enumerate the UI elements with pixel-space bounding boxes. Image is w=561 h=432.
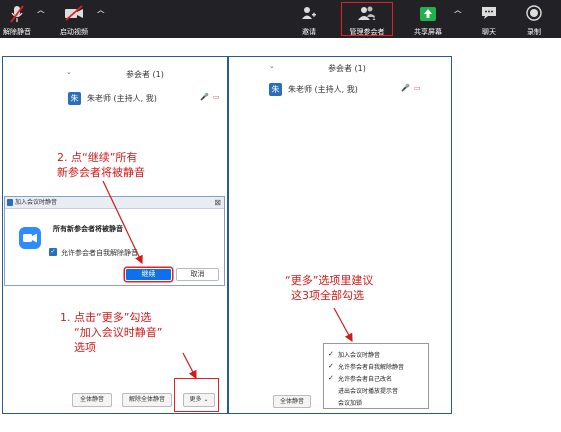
participants-header: 参会者 (1) (126, 70, 164, 79)
video-off-icon (65, 5, 83, 21)
video-chevron-icon[interactable]: ^ (95, 10, 106, 20)
record-label: 录制 (527, 28, 541, 36)
avatar: 朱 (269, 83, 282, 96)
record-button[interactable]: 录制 (521, 0, 547, 38)
allow-self-unmute-label: 允许参会者自我解除静音 (61, 249, 138, 257)
collapse-chevron-icon[interactable]: ⌄ (269, 62, 275, 70)
start-video-button[interactable]: 启动视频 (56, 0, 92, 38)
dialog-app-icon (7, 199, 13, 206)
menu-item-entry-chime[interactable]: 进出会议时播放提示音 (338, 386, 398, 395)
share-screen-button[interactable]: 共享屏幕 (409, 0, 447, 38)
participant-name: 朱老师 (主持人, 我) (288, 85, 358, 94)
check-icon: ✓ (328, 362, 334, 370)
share-chevron-icon[interactable]: ^ (452, 10, 463, 20)
audio-chevron-icon[interactable]: ^ (35, 10, 46, 20)
menu-item-label: 加入会议时静音 (338, 352, 381, 359)
annotation-recommend: “更多”选项里建议 这3项全部勾选 (285, 273, 373, 303)
unmute-all-button[interactable]: 解除全体静音 (122, 393, 172, 407)
invite-label: 邀请 (302, 28, 316, 36)
avatar: 朱 (68, 92, 81, 105)
menu-item-allow-self-unmute[interactable]: ✓ 允许参会者自我解除静音 (328, 362, 405, 371)
annotation-line: 1. 点击“更多”勾选 (60, 311, 152, 324)
meeting-toolbar: 解除静音 ^ 启动视频 ^ 邀请 1 管理参会者 共享屏幕 ^ 聊天 录制 (0, 0, 561, 38)
participant-name: 朱老师 (主持人, 我) (87, 94, 157, 103)
annotation-line: “更多”选项里建议 (285, 274, 374, 287)
start-video-label: 启动视频 (60, 28, 88, 36)
annotation-line: “加入会议时静音” (74, 326, 163, 339)
dialog-close-icon[interactable]: ⊠ (214, 198, 221, 207)
menu-item-label: 会议加锁 (338, 400, 363, 407)
muted-mic-icon (10, 5, 24, 23)
more-highlight (174, 378, 219, 412)
share-screen-label: 共享屏幕 (414, 28, 442, 36)
dialog-title: 加入会议时静音 (15, 199, 58, 206)
menu-item-label: 进出会议时播放提示音 (338, 388, 399, 395)
mic-muted-icon[interactable]: 🎤 (401, 84, 410, 92)
zoom-logo-icon (19, 227, 41, 249)
mute-on-entry-dialog: 加入会议时静音 ⊠ 所有新参会者将被静音 ✓ 允许参会者自我解除静音 继续 取消 (4, 196, 225, 286)
more-options-menu: ✓ 加入会议时静音 ✓ 允许参会者自我解除静音 ✓ 允许参会者自己改名 进出会议时播放… (323, 343, 429, 409)
chat-icon (482, 7, 496, 19)
annotation-line: 这3项全部勾选 (291, 289, 364, 302)
cancel-button[interactable]: 取消 (176, 268, 219, 281)
menu-item-label: 允许参会者自我解除静音 (338, 364, 405, 371)
dialog-message: 所有新参会者将被静音 (53, 225, 123, 233)
annotation-step2: 2. 点“继续”所有 新参会者将被静音 (57, 150, 145, 180)
annotation-line: 选项 (74, 341, 96, 354)
video-off-small-icon[interactable]: ▭ (213, 93, 220, 101)
annotation-line: 2. 点“继续”所有 (57, 151, 138, 164)
annotation-line: 新参会者将被静音 (57, 166, 145, 179)
share-screen-icon (420, 7, 436, 21)
menu-item-lock-meeting[interactable]: 会议加锁 (338, 398, 362, 407)
record-icon (526, 5, 542, 21)
mute-all-button[interactable]: 全体静音 (72, 393, 112, 407)
unmute-label: 解除静音 (3, 28, 31, 36)
chat-button[interactable]: 聊天 (476, 0, 502, 38)
menu-item-allow-rename[interactable]: ✓ 允许参会者自己改名 (328, 374, 393, 383)
menu-item-mute-on-entry[interactable]: ✓ 加入会议时静音 (328, 350, 381, 359)
chat-label: 聊天 (482, 28, 496, 36)
check-icon: ✓ (328, 374, 334, 382)
menu-item-label: 允许参会者自己改名 (338, 376, 393, 383)
dialog-titlebar: 加入会议时静音 (5, 197, 224, 209)
check-icon: ✓ (328, 350, 334, 358)
allow-self-unmute-checkbox[interactable]: ✓ (49, 248, 57, 256)
invite-button[interactable]: 邀请 (296, 0, 322, 38)
continue-button[interactable]: 继续 (125, 268, 172, 281)
mic-muted-icon[interactable]: 🎤 (200, 93, 209, 101)
unmute-button[interactable]: 解除静音 (2, 0, 32, 38)
annotation-step1: 1. 点击“更多”勾选 “加入会议时静音” 选项 (60, 310, 162, 355)
video-off-small-icon[interactable]: ▭ (414, 84, 421, 92)
participants-header: 参会者 (1) (328, 64, 366, 73)
manage-participants-highlight (341, 2, 393, 36)
collapse-chevron-icon[interactable]: ⌄ (66, 68, 72, 76)
invite-icon (302, 7, 316, 19)
mute-all-button[interactable]: 全体静音 (273, 395, 311, 408)
